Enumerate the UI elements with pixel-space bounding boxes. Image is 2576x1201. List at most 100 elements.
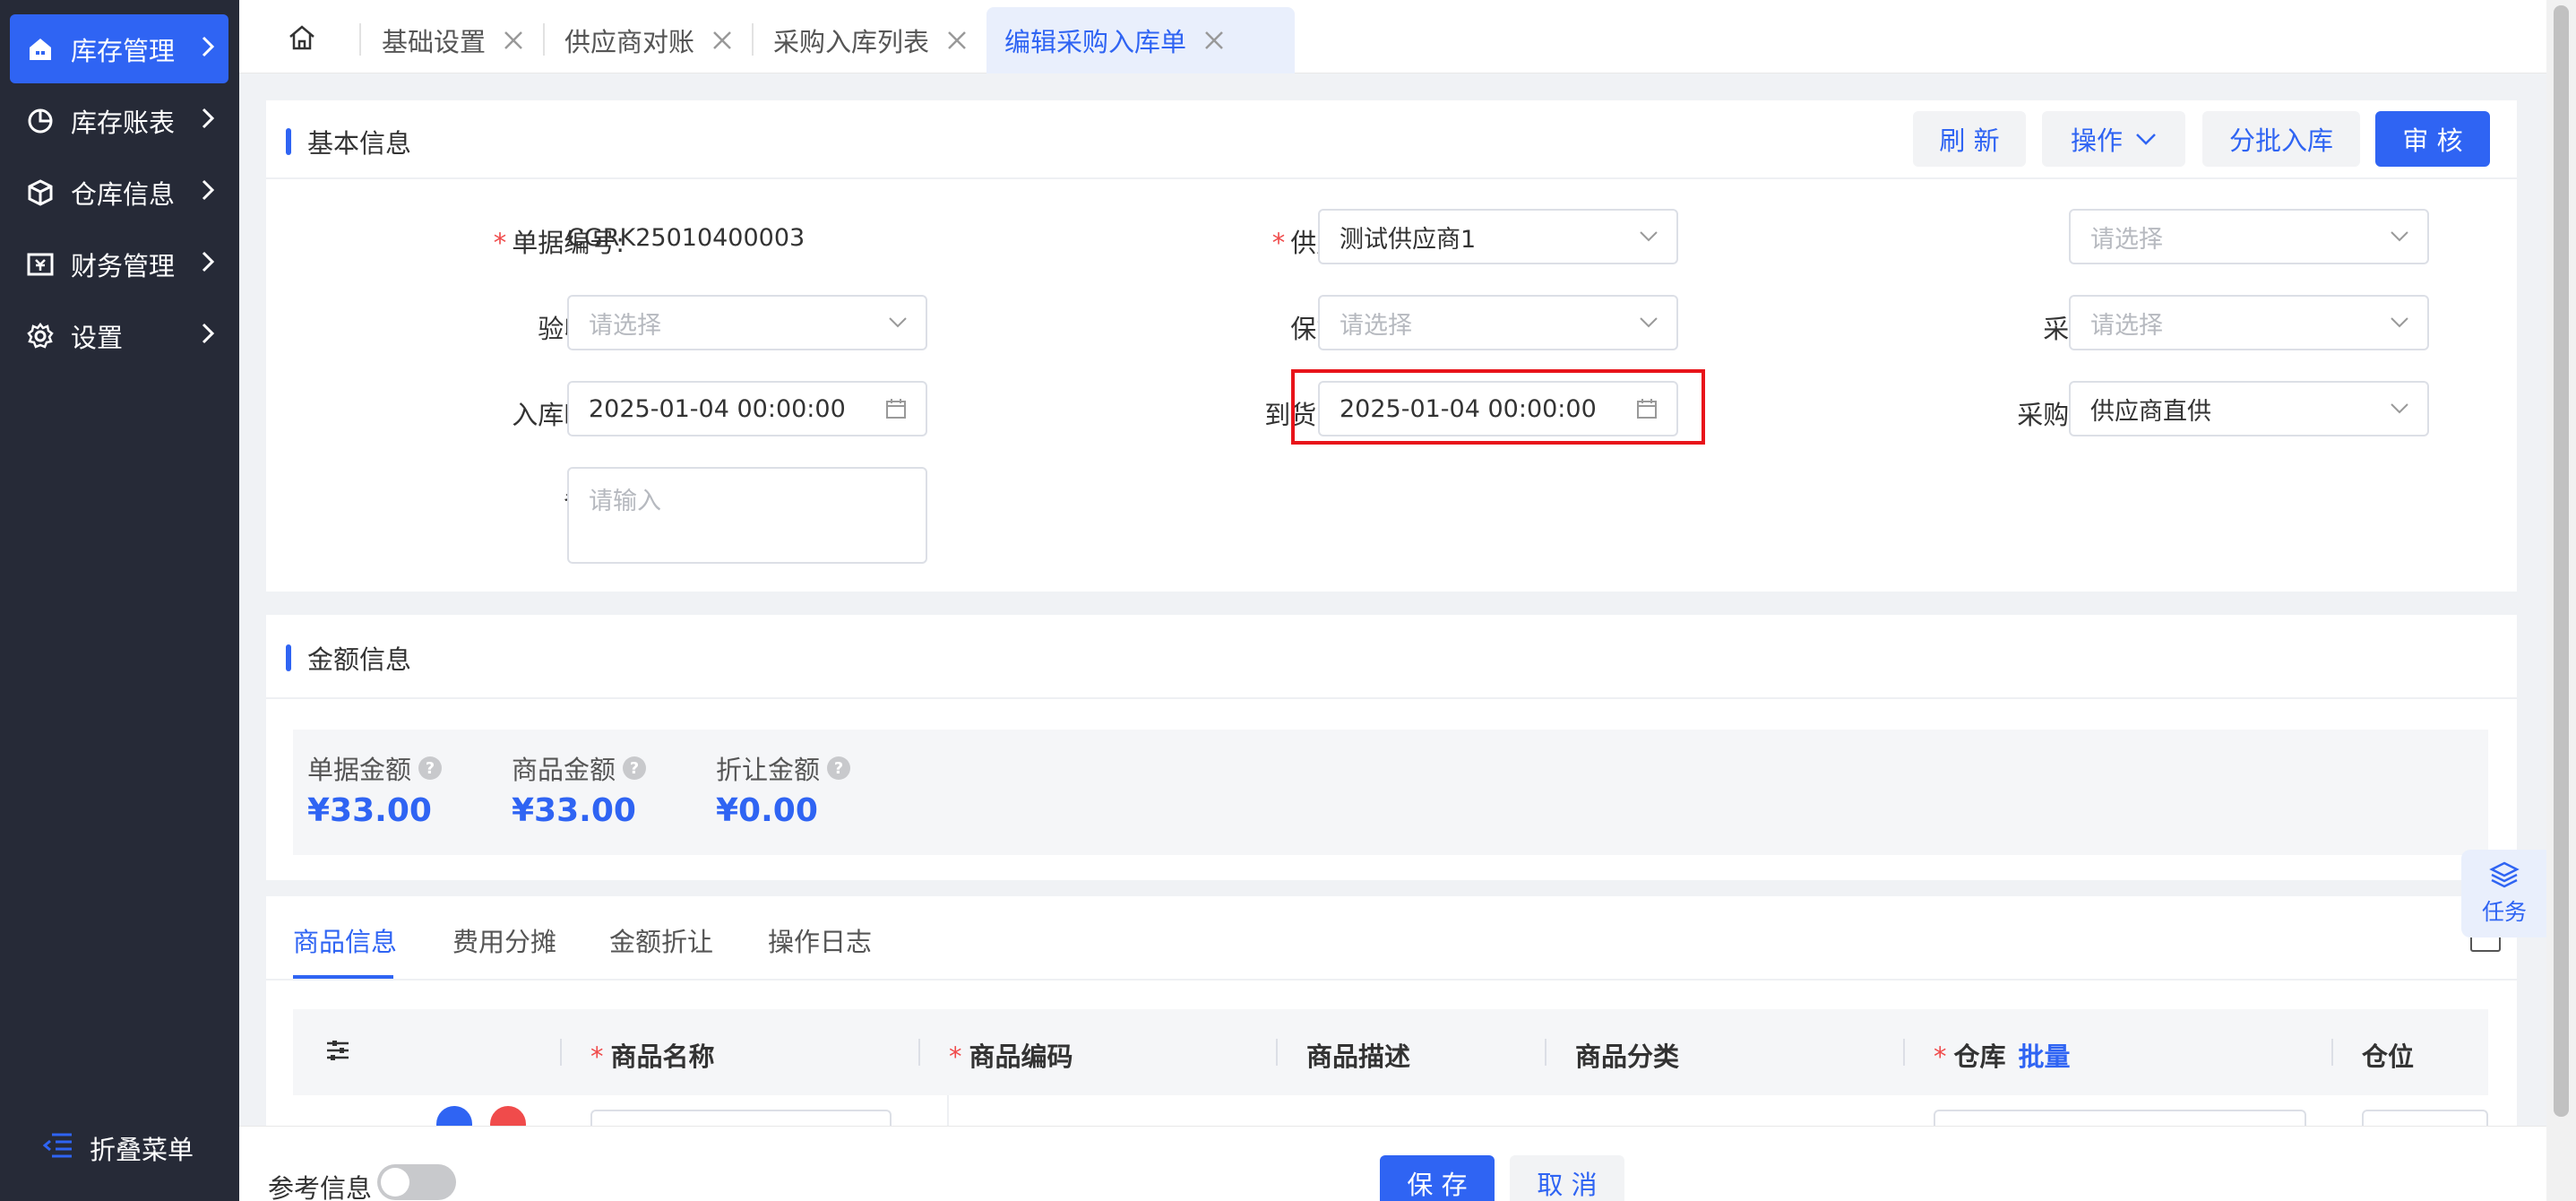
remove-row-icon[interactable] [490, 1106, 526, 1126]
pie-chart-icon [24, 105, 56, 137]
tab-home[interactable] [288, 7, 316, 73]
tab-cost-allocation[interactable]: 费用分摊 [452, 921, 556, 959]
help-icon: ? [827, 756, 851, 780]
sidebar-item-finance[interactable]: 财务管理 [10, 229, 228, 298]
chevron-right-icon [200, 321, 216, 351]
remark-textarea[interactable]: 请输入 [567, 467, 927, 564]
chevron-right-icon [200, 177, 216, 208]
finance-icon [24, 248, 56, 281]
dept-select[interactable]: 请选择 [2069, 209, 2429, 264]
sidebar-item-settings[interactable]: 设置 [10, 301, 228, 370]
tab-separator [752, 23, 754, 56]
tab-goods-info[interactable]: 商品信息 [293, 921, 397, 959]
discount-amount-label: 折让金额? [716, 749, 851, 787]
supplier-select[interactable]: 测试供应商1 [1318, 209, 1678, 264]
chevron-down-icon [2390, 402, 2409, 415]
scrollbar-thumb[interactable] [2554, 5, 2569, 1117]
close-icon[interactable] [1202, 29, 1226, 52]
tab-label: 编辑采购入库单 [1004, 27, 1187, 57]
task-widget-button[interactable]: 任务 [2461, 850, 2547, 937]
sidebar-item-warehouse[interactable]: 仓库信息 [10, 158, 228, 227]
layers-icon [2489, 860, 2520, 894]
fold-menu-icon [42, 1132, 73, 1165]
section-title-amount: 金额信息 [286, 639, 411, 677]
fold-menu-button[interactable]: 折叠菜单 [42, 1129, 194, 1167]
fold-menu-label: 折叠菜单 [90, 1135, 194, 1165]
location-select[interactable] [2362, 1110, 2488, 1126]
keeper-select[interactable]: 请选择 [1318, 295, 1678, 350]
column-header-name: * 商品名称 [590, 1041, 715, 1072]
add-row-icon[interactable] [436, 1106, 472, 1126]
calendar-icon [884, 397, 908, 420]
chevron-down-icon [1639, 230, 1658, 243]
column-header-code: * 商品编码 [949, 1041, 1073, 1072]
mode-select[interactable]: 供应商直供 [2069, 381, 2429, 436]
chevron-down-icon [888, 316, 908, 329]
tab-purchase-list[interactable]: 采购入库列表 [773, 7, 969, 73]
column-header-category: 商品分类 [1575, 1041, 1680, 1072]
receiver-select[interactable]: 请选择 [567, 295, 927, 350]
tab-supplier-reconcile[interactable]: 供应商对账 [564, 7, 734, 73]
chevron-right-icon [200, 34, 216, 65]
cancel-button[interactable]: 取 消 [1510, 1155, 1624, 1201]
sidebar-item-label: 库存管理 [71, 35, 176, 66]
discount-amount-value: ¥0.00 [716, 792, 818, 829]
help-icon: ? [418, 756, 443, 780]
reference-info-toggle[interactable] [377, 1164, 456, 1200]
basic-info-card: 基本信息 刷 新 操作 分批入库 审 核 * 单据编号: CGRK25010400… [266, 100, 2517, 592]
table-row [293, 1095, 2488, 1126]
buyer-select[interactable]: 请选择 [2069, 295, 2429, 350]
close-icon[interactable] [502, 29, 525, 52]
tab-amount-discount[interactable]: 金额折让 [609, 921, 713, 959]
sidebar-item-label: 仓库信息 [71, 178, 176, 210]
amount-panel: 单据金额? ¥33.00 商品金额? ¥33.00 折让金额? ¥0.00 [293, 730, 2488, 855]
tab-label: 基础设置 [382, 27, 487, 57]
column-header-location: 仓位 [2362, 1041, 2415, 1072]
reference-info-label: 参考信息 [268, 1173, 373, 1201]
gear-icon [24, 320, 56, 352]
page-scrollbar[interactable] [2546, 0, 2576, 1201]
doc-amount-value: ¥33.00 [307, 792, 432, 829]
chevron-down-icon [1639, 316, 1658, 329]
tab-label: 供应商对账 [564, 27, 695, 57]
operate-dropdown-button[interactable]: 操作 [2042, 111, 2185, 167]
doc-amount-label: 单据金额? [307, 749, 443, 787]
home-icon [24, 33, 56, 65]
batch-inbound-button[interactable]: 分批入库 [2202, 111, 2360, 167]
audit-button[interactable]: 审 核 [2375, 111, 2490, 167]
column-header-desc: 商品描述 [1306, 1041, 1411, 1072]
sidebar-item-label: 财务管理 [71, 250, 176, 281]
highlight-box [1291, 369, 1705, 445]
goods-amount-label: 商品金额? [512, 749, 647, 787]
tab-operation-log[interactable]: 操作日志 [768, 921, 872, 959]
sidebar-item-inventory[interactable]: 库存管理 [10, 14, 228, 83]
tab-label: 采购入库列表 [773, 27, 930, 57]
batch-set-link[interactable]: 批量 [2019, 1041, 2071, 1072]
tab-edit-purchase[interactable]: 编辑采购入库单 [986, 7, 1295, 73]
tab-separator [543, 23, 545, 56]
tab-basic-settings[interactable]: 基础设置 [382, 7, 525, 73]
save-button[interactable]: 保 存 [1380, 1155, 1495, 1201]
amount-card: 金额信息 单据金额? ¥33.00 商品金额? ¥33.00 折让金额? ¥0.… [266, 615, 2517, 880]
warehouse-select[interactable] [1934, 1110, 2306, 1126]
chevron-down-icon [2390, 230, 2409, 243]
detail-card: 商品信息 费用分摊 金额折让 操作日志 * 商品名称 * 商品编码 商品描述 商品分… [266, 896, 2517, 1126]
section-title-basic: 基本信息 [286, 123, 411, 160]
in-time-datepicker[interactable]: 2025-01-04 00:00:00 [567, 381, 927, 436]
close-icon[interactable] [945, 29, 969, 52]
table-header: * 商品名称 * 商品编码 商品描述 商品分类 * 仓库 批量 仓位 [293, 1009, 2488, 1095]
close-icon[interactable] [711, 29, 734, 52]
doc-no-value: CGRK25010400003 [567, 224, 806, 252]
tab-bar: 基础设置 供应商对账 采购入库列表 编辑采购入库单 [239, 0, 2546, 73]
goods-name-input[interactable] [590, 1110, 892, 1126]
refresh-button[interactable]: 刷 新 [1913, 111, 2026, 167]
chevron-down-icon [2135, 132, 2157, 146]
task-label: 任务 [2481, 899, 2527, 925]
goods-amount-value: ¥33.00 [512, 792, 636, 829]
sidebar-item-label: 设置 [71, 322, 124, 353]
sidebar-item-inventory-report[interactable]: 库存账表 [10, 86, 228, 155]
chevron-right-icon [200, 249, 216, 280]
chevron-right-icon [200, 106, 216, 136]
column-settings-icon[interactable] [325, 1038, 350, 1067]
sidebar: 库存管理 库存账表 仓库信息 财务管理 设置 折叠菜单 [0, 0, 239, 1201]
